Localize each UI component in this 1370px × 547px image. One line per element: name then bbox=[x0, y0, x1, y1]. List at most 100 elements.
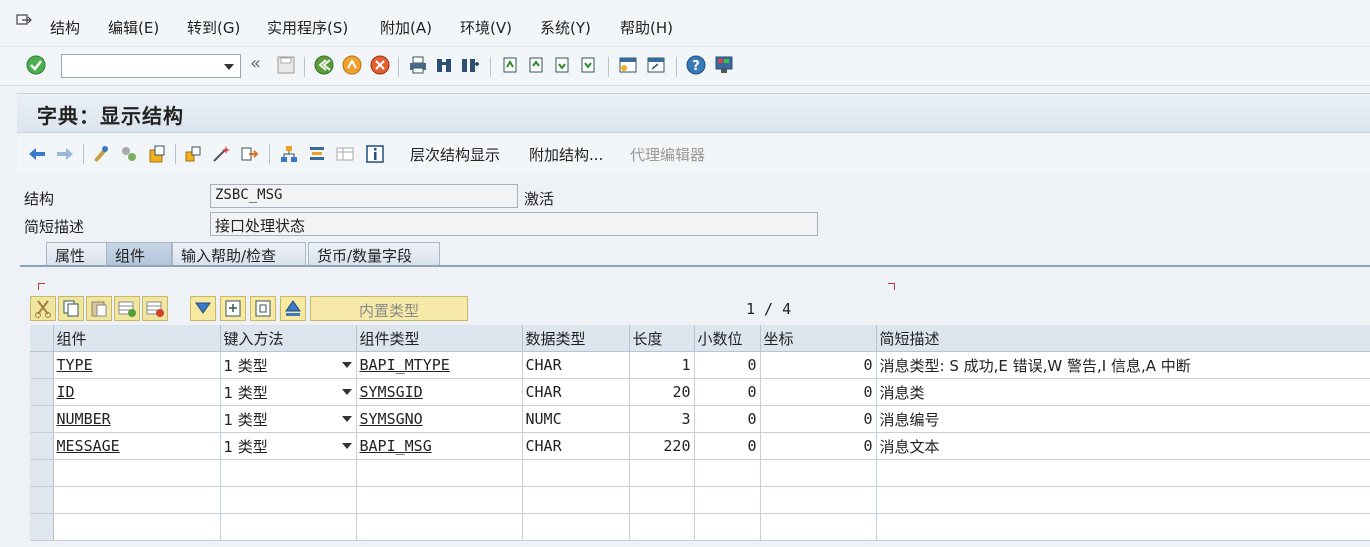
typing-method-dropdown[interactable]: 1 类型 bbox=[220, 405, 357, 433]
empty-cell[interactable] bbox=[760, 513, 877, 541]
row-selector[interactable] bbox=[30, 405, 54, 433]
component-cell[interactable]: ID bbox=[53, 378, 221, 406]
coordinate-cell[interactable]: 0 bbox=[760, 378, 877, 406]
empty-cell[interactable] bbox=[522, 513, 630, 541]
row-selector-header[interactable] bbox=[30, 325, 54, 352]
empty-cell[interactable] bbox=[876, 459, 1370, 487]
tab-input-help[interactable]: 输入帮助/检查 bbox=[172, 242, 306, 265]
cancel-icon[interactable] bbox=[370, 55, 390, 75]
shortcut-icon[interactable] bbox=[646, 55, 666, 75]
coordinate-cell[interactable]: 0 bbox=[760, 405, 877, 433]
empty-cell[interactable] bbox=[53, 459, 221, 487]
help-icon[interactable]: ? bbox=[686, 55, 706, 75]
typing-method-dropdown[interactable]: 1 类型 bbox=[220, 351, 357, 379]
row-selector[interactable] bbox=[30, 513, 54, 541]
chevron-down-icon[interactable] bbox=[341, 443, 352, 449]
menu-extras[interactable]: 附加(A) bbox=[380, 17, 432, 38]
expand-icon[interactable] bbox=[220, 296, 246, 321]
back-icon[interactable] bbox=[314, 55, 334, 75]
activate-icon[interactable] bbox=[119, 144, 139, 164]
hierarchy-icon[interactable] bbox=[279, 144, 299, 164]
menu-system[interactable]: 系统(Y) bbox=[540, 17, 591, 38]
system-menu-icon[interactable] bbox=[16, 14, 32, 28]
column-header-length[interactable]: 长度 bbox=[629, 325, 695, 352]
component-type-cell[interactable]: BAPI_MSG bbox=[356, 432, 523, 460]
empty-cell[interactable] bbox=[522, 486, 630, 514]
column-header-typing-method[interactable]: 键入方法 bbox=[220, 325, 357, 352]
empty-cell[interactable] bbox=[694, 513, 761, 541]
hierarchy-display-button[interactable]: 层次结构显示 bbox=[410, 144, 500, 165]
data-type-cell[interactable]: NUMC bbox=[522, 405, 630, 433]
prev-page-icon[interactable] bbox=[526, 55, 546, 75]
short-description-cell[interactable]: 消息类 bbox=[876, 378, 1370, 406]
empty-cell[interactable] bbox=[53, 513, 221, 541]
stack-icon[interactable] bbox=[307, 144, 327, 164]
chevron-down-icon[interactable] bbox=[341, 416, 352, 422]
empty-cell[interactable] bbox=[629, 486, 695, 514]
short-description-cell[interactable]: 消息编号 bbox=[876, 405, 1370, 433]
where-used-icon[interactable] bbox=[183, 144, 203, 164]
empty-cell[interactable] bbox=[220, 486, 357, 514]
column-header-component-type[interactable]: 组件类型 bbox=[356, 325, 523, 352]
paste-icon[interactable] bbox=[86, 296, 112, 321]
component-type-cell[interactable]: SYMSGID bbox=[356, 378, 523, 406]
details-icon[interactable] bbox=[250, 296, 276, 321]
empty-cell[interactable] bbox=[760, 459, 877, 487]
short-description-field[interactable]: 接口处理状态 bbox=[210, 212, 818, 236]
length-cell[interactable]: 220 bbox=[629, 432, 695, 460]
column-header-component[interactable]: 组件 bbox=[53, 325, 221, 352]
empty-cell[interactable] bbox=[694, 486, 761, 514]
decimals-cell[interactable]: 0 bbox=[694, 378, 761, 406]
length-cell[interactable]: 1 bbox=[629, 351, 695, 379]
menu-edit[interactable]: 编辑(E) bbox=[108, 17, 159, 38]
first-page-icon[interactable] bbox=[500, 55, 520, 75]
append-structure-button[interactable]: 附加结构... bbox=[529, 144, 603, 165]
short-description-cell[interactable]: 消息文本 bbox=[876, 432, 1370, 460]
row-selector[interactable] bbox=[30, 378, 54, 406]
short-description-cell[interactable]: 消息类型: S 成功,E 错误,W 警告,I 信息,A 中断 bbox=[876, 351, 1370, 379]
menu-help[interactable]: 帮助(H) bbox=[620, 17, 673, 38]
arrow-right-icon[interactable] bbox=[55, 144, 75, 164]
tab-components[interactable]: 组件 bbox=[106, 242, 172, 265]
column-header-short-description[interactable]: 简短描述 bbox=[876, 325, 1370, 352]
new-session-icon[interactable] bbox=[618, 55, 638, 75]
delete-row-icon[interactable] bbox=[142, 296, 168, 321]
component-cell[interactable]: NUMBER bbox=[53, 405, 221, 433]
component-type-cell[interactable]: SYMSGNO bbox=[356, 405, 523, 433]
find-next-icon[interactable] bbox=[460, 55, 480, 75]
copy-icon[interactable] bbox=[58, 296, 84, 321]
empty-cell[interactable] bbox=[876, 513, 1370, 541]
decimals-cell[interactable]: 0 bbox=[694, 351, 761, 379]
empty-cell[interactable] bbox=[760, 486, 877, 514]
structure-name-field[interactable]: ZSBC_MSG bbox=[210, 184, 518, 208]
component-cell[interactable]: TYPE bbox=[53, 351, 221, 379]
row-selector[interactable] bbox=[30, 351, 54, 379]
chevron-down-icon[interactable] bbox=[341, 389, 352, 395]
coordinate-cell[interactable]: 0 bbox=[760, 351, 877, 379]
find-icon[interactable] bbox=[434, 55, 454, 75]
last-page-icon[interactable] bbox=[578, 55, 598, 75]
tab-currency-quantity[interactable]: 货币/数量字段 bbox=[308, 242, 440, 265]
menu-environment[interactable]: 环境(V) bbox=[460, 17, 512, 38]
exit-icon[interactable] bbox=[342, 55, 362, 75]
column-header-decimals[interactable]: 小数位 bbox=[694, 325, 761, 352]
typing-method-dropdown[interactable]: 1 类型 bbox=[220, 432, 357, 460]
decimals-cell[interactable]: 0 bbox=[694, 432, 761, 460]
info-icon[interactable] bbox=[365, 144, 385, 164]
row-selector[interactable] bbox=[30, 459, 54, 487]
display-change-icon[interactable] bbox=[91, 144, 111, 164]
data-type-cell[interactable]: CHAR bbox=[522, 432, 630, 460]
magic-wand-icon[interactable] bbox=[211, 144, 231, 164]
navigation-icon[interactable] bbox=[239, 144, 259, 164]
next-page-icon[interactable] bbox=[552, 55, 572, 75]
menu-structure[interactable]: 结构 bbox=[50, 17, 80, 38]
chevron-down-icon[interactable] bbox=[224, 64, 234, 70]
enter-icon[interactable] bbox=[26, 55, 46, 75]
empty-cell[interactable] bbox=[356, 486, 523, 514]
save-icon[interactable] bbox=[276, 55, 296, 75]
component-type-cell[interactable]: BAPI_MTYPE bbox=[356, 351, 523, 379]
data-type-cell[interactable]: CHAR bbox=[522, 351, 630, 379]
empty-cell[interactable] bbox=[694, 459, 761, 487]
menu-goto[interactable]: 转到(G) bbox=[187, 17, 240, 38]
row-selector[interactable] bbox=[30, 486, 54, 514]
